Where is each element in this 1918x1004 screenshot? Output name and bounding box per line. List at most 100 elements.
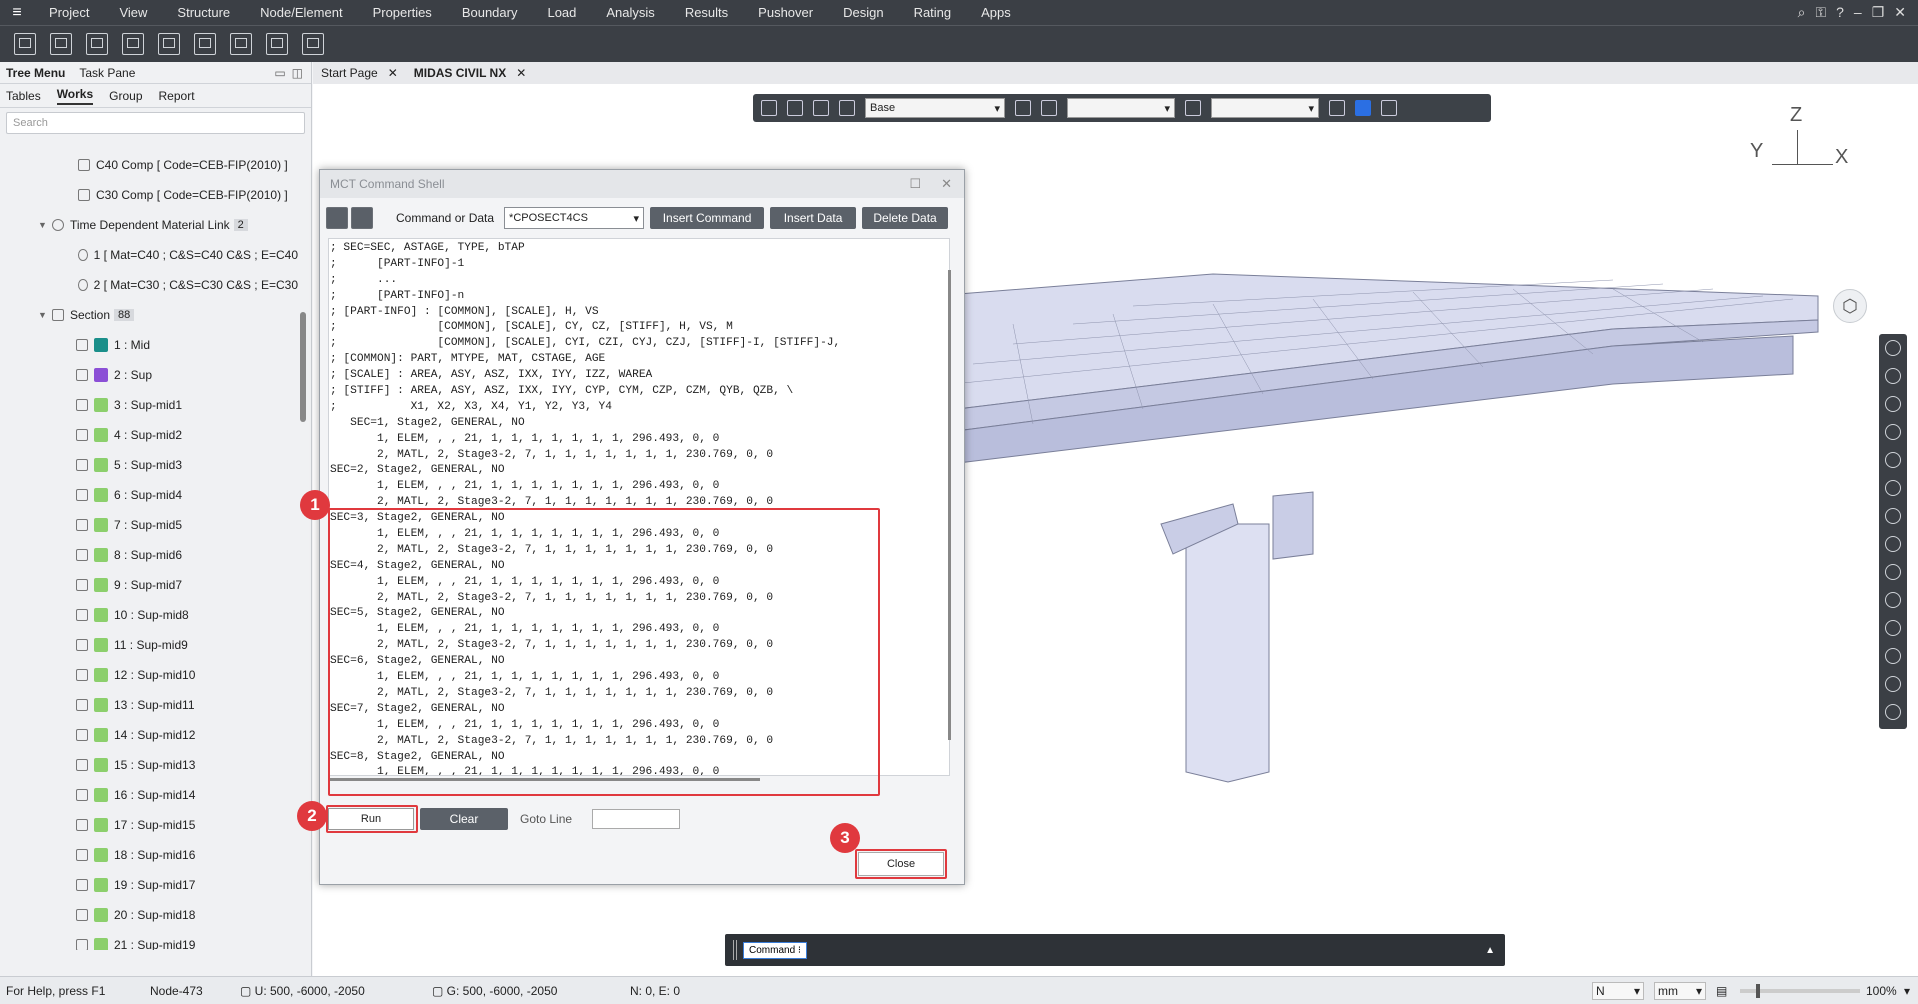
restore-icon[interactable]: ❐	[1872, 4, 1885, 21]
menu-item[interactable]: Project	[34, 5, 104, 20]
main-menu-icon[interactable]: ≡	[0, 4, 34, 22]
tree-item-section[interactable]: ▼ Section 88	[0, 300, 298, 330]
zoom-window-icon[interactable]	[122, 33, 144, 55]
search-icon[interactable]: ⌕	[1798, 4, 1806, 21]
tree-item-section-entry[interactable]: 4 : Sup-mid2	[0, 420, 298, 450]
group-select[interactable]: ▾	[1067, 98, 1175, 118]
zoom-level[interactable]: 100%	[1866, 984, 1897, 998]
view-cube-icon[interactable]: ⬡	[1833, 289, 1867, 323]
tree-item-section-entry[interactable]: 9 : Sup-mid7	[0, 570, 298, 600]
iso-view-icon[interactable]	[1885, 620, 1901, 636]
clear-button[interactable]: Clear	[420, 808, 508, 830]
undo-icon[interactable]	[761, 100, 777, 116]
tree-item-section-entry[interactable]: 17 : Sup-mid15	[0, 810, 298, 840]
menu-item[interactable]: Properties	[358, 5, 447, 20]
length-unit-select[interactable]: mm ▾	[1654, 981, 1706, 1000]
front-view-icon[interactable]	[1885, 648, 1901, 664]
insert-data-button[interactable]: Insert Data	[770, 207, 857, 229]
tree-item-section-entry[interactable]: 19 : Sup-mid17	[0, 870, 298, 900]
layer-select[interactable]: ▾	[1211, 98, 1319, 118]
tree-item-section-entry[interactable]: 5 : Sup-mid3	[0, 450, 298, 480]
menu-item[interactable]: Load	[532, 5, 591, 20]
editor-scrollbar[interactable]	[948, 270, 951, 740]
tree-item-section-entry[interactable]: 12 : Sup-mid10	[0, 660, 298, 690]
filter-icon[interactable]	[1015, 100, 1031, 116]
rotate-icon[interactable]	[1885, 536, 1901, 552]
menu-item[interactable]: View	[104, 5, 162, 20]
zoom-in-icon[interactable]	[1885, 340, 1901, 356]
side-view-icon[interactable]	[266, 33, 288, 55]
tree-scrollbar[interactable]	[300, 312, 306, 422]
tree-item-section-entry[interactable]: 11 : Sup-mid9	[0, 630, 298, 660]
search-view-icon[interactable]	[1329, 100, 1345, 116]
minimize-icon[interactable]: –	[1854, 4, 1862, 21]
close-tab-icon[interactable]: ✕	[388, 66, 398, 80]
tree-item-time-dependent-link[interactable]: ▼ Time Dependent Material Link 2	[0, 210, 298, 240]
tree-item-section-entry[interactable]: 14 : Sup-mid12	[0, 720, 298, 750]
menu-item[interactable]: Structure	[162, 5, 245, 20]
open-folder-icon[interactable]	[326, 207, 348, 229]
tree-item-section-entry[interactable]: 18 : Sup-mid16	[0, 840, 298, 870]
tree-item-link[interactable]: 2 [ Mat=C30 ; C&S=C30 C&S ; E=C30	[0, 270, 298, 300]
tree-item-section-entry[interactable]: 16 : Sup-mid14	[0, 780, 298, 810]
tab-task-pane[interactable]: Task Pane	[79, 66, 135, 80]
unit-icon[interactable]: ▤	[1716, 984, 1727, 998]
tree-item-section-entry[interactable]: 21 : Sup-mid19	[0, 930, 298, 950]
open-file-icon[interactable]	[50, 33, 72, 55]
top-view-icon[interactable]	[302, 33, 324, 55]
zoom-area-icon[interactable]	[1885, 480, 1901, 496]
help-icon[interactable]: ?	[1836, 4, 1844, 21]
tree-item-section-entry[interactable]: 7 : Sup-mid5	[0, 510, 298, 540]
menu-item[interactable]: Pushover	[743, 5, 828, 20]
zoom-window-icon[interactable]	[1885, 424, 1901, 440]
rotate-x-icon[interactable]	[1885, 592, 1901, 608]
menu-item[interactable]: Design	[828, 5, 898, 20]
save-folder-icon[interactable]	[351, 207, 373, 229]
tab-midas-civil[interactable]: MIDAS CIVIL NX ✕	[406, 66, 535, 80]
dialog-close-icon[interactable]: ✕	[941, 176, 952, 192]
tree-item-section-entry[interactable]: 10 : Sup-mid8	[0, 600, 298, 630]
zoom-prev-icon[interactable]	[1885, 452, 1901, 468]
search-input[interactable]: Search	[6, 112, 305, 134]
close-icon[interactable]: ✕	[1894, 4, 1906, 21]
select-icon[interactable]	[1041, 100, 1057, 116]
expand-icon[interactable]: ▼	[38, 310, 52, 320]
tree-item-section-entry[interactable]: 3 : Sup-mid1	[0, 390, 298, 420]
tree-item-material[interactable]: C40 Comp [ Code=CEB-FIP(2010) ]	[0, 150, 298, 180]
tree-item-section-entry[interactable]: 20 : Sup-mid18	[0, 900, 298, 930]
lock-icon[interactable]	[1355, 100, 1371, 116]
layout-icon[interactable]: ▭	[274, 66, 285, 80]
pick-icon[interactable]	[1185, 100, 1201, 116]
zoom-fit-icon[interactable]	[158, 33, 180, 55]
iso-view-icon[interactable]	[194, 33, 216, 55]
tree-item-section-entry[interactable]: 13 : Sup-mid11	[0, 690, 298, 720]
top-view-icon[interactable]	[1885, 704, 1901, 720]
pan-icon[interactable]	[1885, 508, 1901, 524]
grip-icon[interactable]	[733, 940, 737, 960]
menu-item[interactable]: Node/Element	[245, 5, 357, 20]
new-file-icon[interactable]	[14, 33, 36, 55]
split-icon[interactable]: ◫	[292, 66, 303, 80]
tree-item-section-entry[interactable]: 6 : Sup-mid4	[0, 480, 298, 510]
force-unit-select[interactable]: N ▾	[1592, 981, 1644, 1000]
base-select[interactable]: Base ▾	[865, 98, 1005, 118]
open-folder-icon[interactable]	[86, 33, 108, 55]
copy-icon[interactable]	[813, 100, 829, 116]
paint-icon[interactable]	[839, 100, 855, 116]
expand-up-icon[interactable]: ▲	[1485, 945, 1495, 956]
tab-start-page[interactable]: Start Page ✕	[313, 66, 406, 80]
key-icon[interactable]: ⚿	[1815, 4, 1826, 21]
tab-works[interactable]: Works	[56, 87, 94, 105]
command-select[interactable]: Command ⁝	[743, 941, 808, 959]
expand-icon[interactable]: ▼	[38, 220, 52, 230]
insert-command-button[interactable]: Insert Command	[650, 207, 765, 229]
dialog-titlebar[interactable]: MCT Command Shell ☐ ✕	[320, 170, 964, 198]
menu-item[interactable]: Boundary	[447, 5, 533, 20]
command-select[interactable]: *CPOSECT4CS ▾	[504, 207, 645, 229]
tab-tree-menu[interactable]: Tree Menu	[6, 66, 65, 80]
redo-icon[interactable]	[787, 100, 803, 116]
menu-item[interactable]: Rating	[899, 5, 967, 20]
tab-tables[interactable]: Tables	[6, 89, 41, 103]
tree-item-section-entry[interactable]: 1 : Mid	[0, 330, 298, 360]
tree-item-material[interactable]: C30 Comp [ Code=CEB-FIP(2010) ]	[0, 180, 298, 210]
